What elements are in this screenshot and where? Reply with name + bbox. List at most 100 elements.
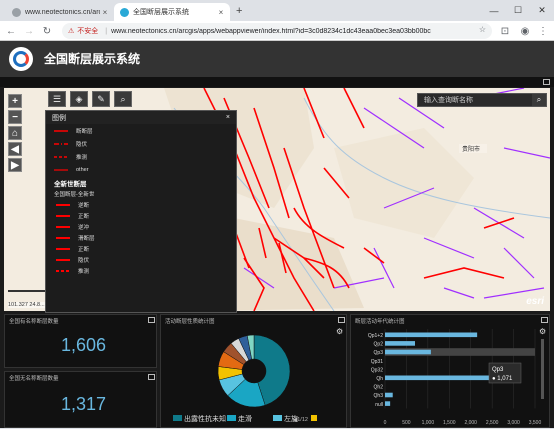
measure-icon[interactable]: ⌕ — [114, 91, 132, 107]
pie-legend-label: 走滑 — [238, 414, 252, 423]
zoom-in-button[interactable]: + — [8, 94, 22, 108]
legend-header: 图例 × — [46, 111, 236, 124]
legend-sub-item: 逆冲 — [46, 221, 236, 232]
close-tab-icon[interactable]: × — [100, 8, 110, 17]
maximize-button[interactable]: ☐ — [506, 0, 530, 21]
globe-icon — [12, 7, 21, 17]
coordinate-readout: 101.327 24.8... — [8, 302, 45, 308]
search-icon[interactable]: ⌕ — [532, 94, 546, 106]
tab-strip: www.neotectonics.cn/arcgis/p × 全国断层展示系统 … — [0, 0, 554, 21]
dash-dot-line-icon — [54, 140, 68, 148]
pie-legend-item[interactable]: 出露性抗未知 — [173, 414, 226, 423]
previous-extent-button[interactable]: ◀ — [8, 142, 22, 156]
close-tab-icon[interactable]: × — [216, 8, 226, 17]
y-category-label: Qp31 — [371, 359, 383, 365]
reload-button[interactable]: ↻ — [40, 24, 54, 38]
fault-nature-chart-card: 活动断层性质统计图 ⚙ 出露性抗未知 走滑 左旋 ◀1/12 — [160, 314, 347, 428]
close-icon[interactable]: × — [226, 114, 230, 121]
city-label: 贵阳市 — [462, 145, 480, 153]
app-title: 全国断层展示系统 — [44, 52, 141, 66]
bar[interactable] — [385, 332, 478, 338]
minimize-button[interactable]: — — [482, 0, 506, 21]
named-faults-card: 全国有名称断层数量 1,606 — [4, 314, 157, 368]
fault-symbol-icon — [56, 223, 70, 231]
zoom-out-button[interactable]: − — [8, 110, 22, 124]
x-tick-label: 1,500 — [443, 420, 456, 426]
legend-item: other — [46, 163, 236, 176]
bar-tooltip: Qp3 ● 1,071 — [488, 362, 522, 384]
y-category-label: Qp2 — [374, 342, 384, 348]
bar[interactable] — [385, 341, 415, 346]
solid-line-icon — [54, 127, 68, 135]
close-window-button[interactable]: ✕ — [530, 0, 554, 21]
y-category-label: Qp1+2 — [368, 333, 383, 339]
y-category-label: null — [375, 402, 383, 408]
legend-sub-item: 正断 — [46, 210, 236, 221]
tab-neotectonics[interactable]: www.neotectonics.cn/arcgis/p × — [6, 3, 114, 21]
maximize-panel-icon[interactable] — [543, 79, 550, 85]
bar[interactable] — [385, 375, 503, 381]
legend-section-sub: 全国断层-全新世 — [54, 191, 95, 198]
legend-item: 隐伏 — [46, 137, 236, 150]
back-button[interactable]: ← — [4, 24, 18, 38]
forward-button[interactable]: → — [22, 24, 36, 38]
legend-sub-item: 隐伏 — [46, 254, 236, 265]
url-text: www.neotectonics.cn/arcgis/apps/webappvi… — [111, 27, 431, 35]
search-placeholder: 输入查询断名称 — [424, 97, 473, 104]
pie-legend-item[interactable]: 走滑 — [227, 414, 252, 423]
named-faults-count: 1,606 — [61, 335, 107, 355]
legend-sub-item: 正断 — [46, 243, 236, 254]
fault-symbol-icon — [56, 256, 70, 264]
bar[interactable] — [385, 401, 391, 406]
profile-avatar[interactable]: ◉ — [518, 24, 532, 38]
solid-line-icon — [54, 166, 68, 174]
fault-age-chart-card: 断层活动年代统计图 ⚙ 0 500 1,000 1,500 2,000 2,500 3,00… — [350, 314, 550, 428]
app-logo — [9, 47, 33, 71]
security-label: 不安全 — [77, 28, 99, 35]
new-tab-button[interactable]: + — [236, 5, 242, 17]
legend-item: 断断层 — [46, 124, 236, 137]
x-tick-label: 2,000 — [464, 420, 477, 426]
y-category-label: Qh2 — [374, 385, 384, 391]
unnamed-faults-card: 全国无名称断层数量 1,317 — [4, 371, 157, 428]
bar[interactable] — [385, 349, 431, 355]
x-tick-label: 3,000 — [507, 420, 520, 426]
layers-icon[interactable]: ◈ — [70, 91, 88, 107]
bar-chart: 0 500 1,000 1,500 2,000 2,500 3,000 3,500 Qp1+2 Q… — [368, 329, 544, 426]
maximize-panel-icon[interactable] — [148, 317, 155, 323]
chart-scrollbar[interactable] — [541, 339, 544, 399]
legend-panel: 图例 × 断断层 隐伏 推测 other 全新世断层 全国断层-全新世 逆断 正… — [45, 110, 237, 313]
y-category-label: Qh3 — [374, 393, 384, 399]
fault-symbol-icon — [56, 245, 70, 253]
legend-sub-item: 推测 — [46, 265, 236, 276]
x-tick-label: 3,500 — [529, 420, 542, 426]
pie-legend-swatch — [311, 415, 317, 421]
map-panel-header — [0, 77, 554, 87]
legend-title: 图例 — [52, 114, 66, 122]
list-icon[interactable]: ☰ — [48, 91, 66, 107]
draw-icon[interactable]: ✎ — [92, 91, 110, 107]
address-bar[interactable]: ⚠ 不安全 | www.neotectonics.cn/arcgis/apps/… — [62, 23, 492, 39]
next-extent-button[interactable]: ▶ — [8, 158, 22, 172]
y-category-label: Qp3 — [374, 350, 384, 356]
bookmark-star-icon[interactable]: ☆ — [479, 25, 486, 34]
tab-title: www.neotectonics.cn/arcgis/p — [25, 8, 100, 16]
legend-section-title: 全新世断层 — [54, 181, 87, 188]
bar[interactable] — [385, 392, 393, 398]
home-button[interactable]: ⌂ — [8, 126, 22, 140]
translate-icon[interactable]: ⊡ — [498, 24, 512, 38]
legend-sub-item: 逆断 — [46, 199, 236, 210]
maximize-panel-icon[interactable] — [148, 374, 155, 380]
y-category-label: Qh — [376, 376, 383, 382]
dashed-line-icon — [54, 153, 68, 161]
menu-icon[interactable]: ⋮ — [536, 24, 550, 38]
esri-logo: esri — [526, 296, 544, 307]
x-tick-label: 0 — [384, 420, 387, 426]
logo-mark — [13, 51, 29, 67]
fault-symbol-icon — [56, 201, 70, 209]
fault-search-input[interactable]: 输入查询断名称 ⌕ — [417, 93, 547, 107]
tooltip-value: ● 1,071 — [492, 376, 513, 382]
app-favicon-icon — [120, 7, 129, 17]
pie-chart: 出露性抗未知 走滑 左旋◀1/12 — [173, 334, 317, 423]
tab-fault-system[interactable]: 全国断层展示系统 × — [114, 3, 230, 21]
